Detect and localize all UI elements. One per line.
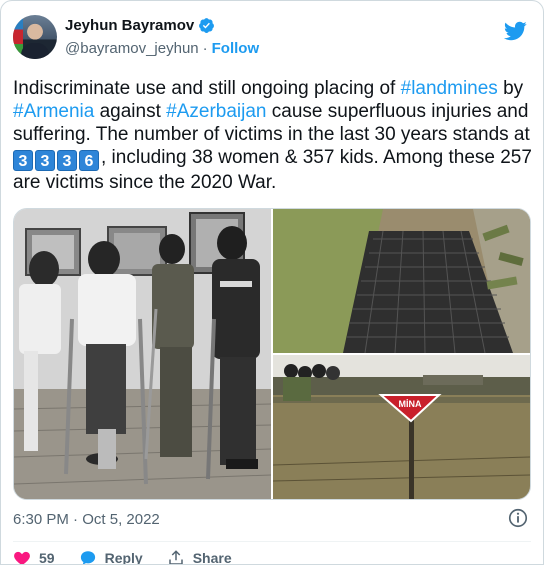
tweet-text: Indiscriminate use and still ongoing pla… [13, 78, 532, 193]
tweet-card: Jeyhun Bayramov @bayramov_jeyhun · Follo… [0, 0, 544, 565]
share-button[interactable]: Share [167, 549, 232, 565]
keycap-digit: 3 [57, 150, 77, 171]
follow-button[interactable]: Follow [212, 40, 260, 57]
timestamp-separator: · [73, 511, 79, 528]
separator-dot: · [202, 40, 208, 57]
info-icon[interactable] [507, 507, 529, 529]
tweet-date: Oct 5, 2022 [82, 511, 160, 528]
photo-mine-sign[interactable]: MİNA [273, 355, 530, 499]
author-avatar[interactable] [13, 15, 57, 59]
keycap-digit: 3 [35, 150, 55, 171]
victim-count-keycaps: 3336 [13, 147, 101, 171]
heart-icon [14, 551, 30, 564]
author-handle[interactable]: @bayramov_jeyhun [65, 40, 199, 57]
tweet-header: Jeyhun Bayramov @bayramov_jeyhun · Follo… [13, 13, 531, 61]
keycap-digit: 6 [79, 150, 99, 171]
photo-collected-mines[interactable] [273, 209, 530, 353]
tweet-timestamp[interactable]: 6:30 PM · Oct 5, 2022 [13, 511, 160, 528]
reply-button[interactable]: Reply [79, 549, 143, 565]
share-icon [168, 550, 183, 564]
photo-amputees[interactable] [14, 209, 271, 499]
share-label: Share [192, 550, 232, 565]
media-grid: MİNA [13, 208, 531, 500]
keycap-digit: 3 [13, 150, 33, 171]
author-handle-row: @bayramov_jeyhun · Follow [65, 40, 259, 57]
author-name-row: Jeyhun Bayramov [65, 17, 215, 34]
hashtag-armenia[interactable]: #Armenia [13, 101, 94, 122]
twitter-bird-icon[interactable] [503, 19, 527, 43]
tweet-time: 6:30 PM [13, 511, 69, 528]
mina-sign-text: MİNA [399, 399, 422, 409]
reply-bubble-icon [80, 551, 95, 564]
hashtag-landmines[interactable]: #landmines [401, 78, 498, 99]
tweet-actions: 59 Reply Share [13, 549, 256, 565]
author-name[interactable]: Jeyhun Bayramov [65, 17, 194, 34]
like-count: 59 [39, 550, 55, 565]
hashtag-azerbaijan[interactable]: #Azerbaijan [166, 101, 266, 122]
divider [13, 541, 531, 542]
verified-badge-icon [199, 18, 215, 33]
reply-label: Reply [104, 550, 143, 565]
like-button[interactable]: 59 [13, 549, 55, 565]
